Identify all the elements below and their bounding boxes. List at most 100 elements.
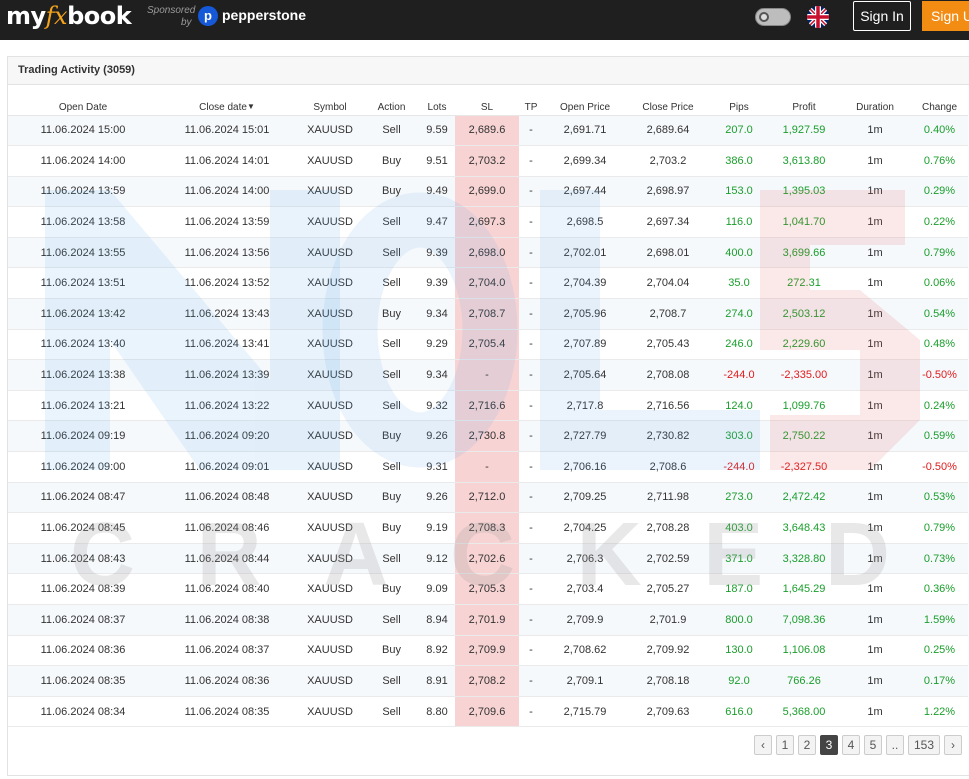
table-row[interactable]: 11.06.2024 08:43 11.06.2024 08:44 XAUUSD Se… xyxy=(8,543,968,575)
cell-open-date: 11.06.2024 13:55 xyxy=(8,237,158,269)
cell-symbol: XAUUSD xyxy=(296,482,364,514)
theme-toggle[interactable] xyxy=(755,8,791,26)
cell-lots: 8.94 xyxy=(419,604,455,636)
cell-action: Sell xyxy=(364,451,419,483)
pepperstone-logo-icon[interactable]: p xyxy=(198,6,218,26)
uk-flag-icon[interactable] xyxy=(807,6,829,28)
chevron-right-icon[interactable]: › xyxy=(944,735,962,755)
cell-action: Buy xyxy=(364,176,419,208)
cell-action: Sell xyxy=(364,267,419,300)
column-header-close-price[interactable]: Close Price xyxy=(627,95,709,116)
cell-symbol: XAUUSD xyxy=(296,665,364,697)
pepperstone-name[interactable]: pepperstone xyxy=(222,7,306,23)
table-row[interactable]: 11.06.2024 08:35 11.06.2024 08:36 XAUUSD Se… xyxy=(8,665,968,697)
cell-tp: - xyxy=(519,482,543,514)
sign-in-button[interactable]: Sign In xyxy=(853,1,911,31)
cell-pips: 92.0 xyxy=(709,665,769,697)
column-header-pips[interactable]: Pips xyxy=(709,95,769,116)
cell-close-price: 2,705.27 xyxy=(627,573,709,605)
table-row[interactable]: 11.06.2024 09:19 11.06.2024 09:20 XAUUSD Bu… xyxy=(8,420,968,453)
sponsored-label: Sponsored by xyxy=(147,5,195,29)
table-row[interactable]: 11.06.2024 08:39 11.06.2024 08:40 XAUUSD Bu… xyxy=(8,573,968,605)
cell-change: 0.73% xyxy=(911,543,968,575)
cell-action: Sell xyxy=(364,237,419,269)
column-header-label: Change xyxy=(921,101,958,113)
cell-open-price: 2,706.16 xyxy=(543,451,627,483)
column-header-action[interactable]: Action xyxy=(364,95,419,116)
top-navigation-bar: myfxbook Sponsored by p pepperstone Sign… xyxy=(0,0,969,40)
cell-change: 0.79% xyxy=(911,237,968,269)
sort-desc-icon: ▼ xyxy=(246,101,255,111)
cell-duration: 1m xyxy=(839,482,911,514)
column-header-change[interactable]: Change xyxy=(911,95,968,116)
cell-close-price: 2,730.82 xyxy=(627,420,709,453)
cell-sl: 2,716.6 xyxy=(455,390,519,422)
table-row[interactable]: 11.06.2024 13:42 11.06.2024 13:43 XAUUSD Bu… xyxy=(8,298,968,330)
cell-open-price: 2,727.79 xyxy=(543,420,627,453)
table-row[interactable]: 11.06.2024 15:00 11.06.2024 15:01 XAUUSD Se… xyxy=(8,115,968,147)
page-button-153[interactable]: 153 xyxy=(908,735,940,755)
table-row[interactable]: 11.06.2024 08:36 11.06.2024 08:37 XAUUSD Bu… xyxy=(8,635,968,667)
cell-symbol: XAUUSD xyxy=(296,512,364,544)
cell-tp: - xyxy=(519,665,543,697)
table-row[interactable]: 11.06.2024 09:00 11.06.2024 09:01 XAUUSD Se… xyxy=(8,451,968,483)
cell-profit: 766.26 xyxy=(769,665,839,697)
table-row[interactable]: 11.06.2024 08:47 11.06.2024 08:48 XAUUSD Bu… xyxy=(8,482,968,514)
cell-tp: - xyxy=(519,115,543,147)
cell-sl: - xyxy=(455,451,519,483)
cell-change: 0.24% xyxy=(911,390,968,422)
sponsored-text: Sponsored xyxy=(147,5,196,16)
table-row[interactable]: 11.06.2024 08:45 11.06.2024 08:46 XAUUSD Bu… xyxy=(8,512,968,544)
myfxbook-logo[interactable]: myfxbook xyxy=(6,2,132,30)
page-button-1[interactable]: 1 xyxy=(776,735,794,755)
cell-change: 0.22% xyxy=(911,206,968,238)
cell-lots: 9.26 xyxy=(419,482,455,514)
table-row[interactable]: 11.06.2024 14:00 11.06.2024 14:01 XAUUSD Bu… xyxy=(8,145,968,177)
table-row[interactable]: 11.06.2024 13:51 11.06.2024 13:52 XAUUSD Se… xyxy=(8,267,968,300)
column-header-close-date[interactable]: Close date▼ xyxy=(158,95,296,116)
cell-close-date: 11.06.2024 13:59 xyxy=(158,206,296,238)
table-row[interactable]: 11.06.2024 08:37 11.06.2024 08:38 XAUUSD Se… xyxy=(8,604,968,636)
table-row[interactable]: 11.06.2024 13:59 11.06.2024 14:00 XAUUSD Bu… xyxy=(8,176,968,208)
cell-tp: - xyxy=(519,451,543,483)
cell-tp: - xyxy=(519,573,543,605)
cell-open-date: 11.06.2024 13:59 xyxy=(8,176,158,208)
cell-change: 0.53% xyxy=(911,482,968,514)
cell-close-date: 11.06.2024 13:39 xyxy=(158,359,296,391)
page-button-4[interactable]: 4 xyxy=(842,735,860,755)
column-header-open-date[interactable]: Open Date xyxy=(8,95,158,116)
cell-symbol: XAUUSD xyxy=(296,543,364,575)
cell-profit: 1,099.76 xyxy=(769,390,839,422)
cell-change: 0.79% xyxy=(911,512,968,544)
sign-up-button[interactable]: Sign Up xyxy=(922,1,969,31)
panel-title: Trading Activity (3059) xyxy=(8,57,969,85)
cell-action: Buy xyxy=(364,420,419,453)
table-row[interactable]: 11.06.2024 13:40 11.06.2024 13:41 XAUUSD Se… xyxy=(8,329,968,361)
column-header-symbol[interactable]: Symbol xyxy=(296,95,364,116)
column-header-tp[interactable]: TP xyxy=(519,95,543,116)
column-header-sl[interactable]: SL xyxy=(455,95,519,116)
table-row[interactable]: 11.06.2024 13:38 11.06.2024 13:39 XAUUSD Se… xyxy=(8,359,968,391)
page-button-3[interactable]: 3 xyxy=(820,735,838,755)
page-button-2[interactable]: 2 xyxy=(798,735,816,755)
cell-lots: 9.39 xyxy=(419,267,455,300)
column-header-profit[interactable]: Profit xyxy=(769,95,839,116)
cell-change: 0.40% xyxy=(911,115,968,147)
chevron-left-icon[interactable]: ‹ xyxy=(754,735,772,755)
table-row[interactable]: 11.06.2024 13:21 11.06.2024 13:22 XAUUSD Se… xyxy=(8,390,968,422)
table-row[interactable]: 11.06.2024 13:58 11.06.2024 13:59 XAUUSD Se… xyxy=(8,206,968,238)
table-row[interactable]: 11.06.2024 13:55 11.06.2024 13:56 XAUUSD Se… xyxy=(8,237,968,269)
table-row[interactable]: 11.06.2024 08:34 11.06.2024 08:35 XAUUSD Se… xyxy=(8,696,968,728)
cell-change: 0.76% xyxy=(911,145,968,177)
cell-close-date: 11.06.2024 13:56 xyxy=(158,237,296,269)
column-header-label: Close date xyxy=(199,101,247,113)
cell-sl: 2,705.4 xyxy=(455,329,519,361)
column-header-lots[interactable]: Lots xyxy=(419,95,455,116)
column-header-open-price[interactable]: Open Price xyxy=(543,95,627,116)
column-header-label: TP xyxy=(524,101,538,113)
cell-open-date: 11.06.2024 08:34 xyxy=(8,696,158,728)
cell-tp: - xyxy=(519,543,543,575)
cell-symbol: XAUUSD xyxy=(296,298,364,330)
column-header-duration[interactable]: Duration xyxy=(839,95,911,116)
page-button-5[interactable]: 5 xyxy=(864,735,882,755)
